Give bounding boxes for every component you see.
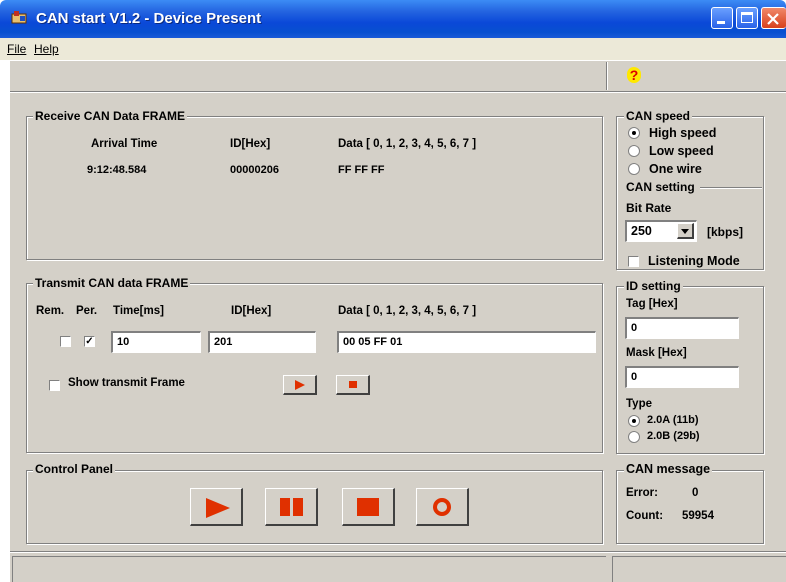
low-speed-label: Low speed: [649, 144, 714, 158]
maximize-button[interactable]: [736, 7, 758, 29]
tag-input[interactable]: 0: [625, 317, 739, 339]
one-wire-label: One wire: [649, 162, 702, 176]
bitrate-dropdown-button[interactable]: [677, 223, 694, 239]
bitrate-unit: [kbps]: [707, 225, 743, 239]
can-speed-title: CAN speed: [624, 109, 693, 123]
minimize-icon: [717, 21, 725, 24]
transmit-stop-button[interactable]: [336, 375, 370, 395]
receive-group-title: Receive CAN Data FRAME: [33, 109, 188, 123]
per-checkbox[interactable]: ✓: [84, 336, 95, 347]
close-button[interactable]: [761, 7, 786, 29]
bitrate-value: 250: [631, 224, 652, 238]
help-question-icon[interactable]: ?: [627, 67, 641, 83]
listening-mode-label: Listening Mode: [648, 254, 740, 268]
start-button[interactable]: [190, 488, 243, 526]
type-label: Type: [626, 398, 652, 410]
menu-file[interactable]: File: [7, 42, 26, 56]
can-message-group: [616, 470, 764, 544]
mask-input[interactable]: 0: [625, 366, 739, 388]
transmit-header-data: Data [ 0, 1, 2, 3, 4, 5, 6, 7 ]: [338, 305, 477, 317]
pause-icon: [280, 498, 304, 516]
toolbar-top-edge: [10, 60, 786, 61]
transmit-group-title: Transmit CAN data FRAME: [33, 276, 191, 290]
maximize-icon: [741, 12, 753, 23]
receive-header-arrival: Arrival Time: [91, 138, 158, 150]
receive-arrival-value: 9:12:48.584: [87, 164, 147, 176]
bitrate-select[interactable]: 250: [625, 220, 697, 242]
data-input[interactable]: 00 05 FF 01: [337, 331, 596, 353]
transmit-start-button[interactable]: [283, 375, 317, 395]
transmit-header-id: ID[Hex]: [231, 305, 272, 317]
status-pane-main: [12, 556, 606, 582]
setting-divider: [700, 187, 762, 189]
record-button[interactable]: [416, 488, 469, 526]
time-input[interactable]: 10: [111, 331, 201, 353]
menu-file-label: File: [7, 42, 27, 56]
id-input[interactable]: 201: [208, 331, 316, 353]
mask-label: Mask [Hex]: [626, 347, 687, 359]
play-icon: [206, 498, 230, 518]
id-setting-title: ID setting: [624, 279, 683, 293]
high-speed-label: High speed: [649, 126, 717, 140]
can-message-title: CAN message: [624, 462, 713, 476]
transmit-header-per: Per.: [76, 305, 98, 317]
can-setting-title: CAN setting: [624, 180, 697, 194]
receive-id-value: 00000206: [230, 164, 279, 176]
count-label: Count:: [626, 510, 664, 522]
stop-icon: [357, 498, 379, 516]
rem-checkbox[interactable]: [60, 336, 71, 347]
show-transmit-frame-checkbox[interactable]: [49, 380, 60, 391]
minimize-button[interactable]: [711, 7, 733, 29]
transmit-header-rem: Rem.: [36, 305, 65, 317]
play-icon: [295, 380, 305, 390]
toolbar-separator: [10, 91, 786, 93]
app-icon: [11, 11, 27, 24]
pause-button[interactable]: [265, 488, 318, 526]
show-transmit-frame-label: Show transmit Frame: [68, 377, 185, 389]
count-value: 59954: [682, 510, 714, 522]
status-bar-separator: [10, 551, 786, 553]
type-2-0a-label: 2.0A (11b): [647, 414, 699, 426]
menu-help-label: Help: [34, 42, 59, 56]
radio-type-2-0a[interactable]: [628, 415, 640, 427]
control-panel-title: Control Panel: [33, 462, 116, 476]
window-title: CAN start V1.2 - Device Present: [36, 10, 262, 27]
transmit-header-time: Time[ms]: [113, 305, 164, 317]
status-pane-right: [612, 556, 786, 582]
menu-bar: [0, 38, 786, 60]
record-icon: [433, 498, 451, 516]
chevron-down-icon: [681, 229, 689, 234]
tag-label: Tag [Hex]: [626, 298, 678, 310]
error-label: Error:: [626, 487, 658, 499]
stop-icon: [349, 381, 357, 388]
error-value: 0: [692, 487, 699, 499]
radio-one-wire[interactable]: [628, 163, 640, 175]
listening-mode-checkbox[interactable]: [628, 256, 639, 267]
toolbar-divider: [606, 62, 608, 90]
stop-button[interactable]: [342, 488, 395, 526]
menu-help[interactable]: Help: [34, 42, 59, 56]
close-icon: [767, 13, 779, 25]
bitrate-label: Bit Rate: [626, 201, 672, 215]
receive-header-id: ID[Hex]: [230, 138, 271, 150]
radio-type-2-0b[interactable]: [628, 431, 640, 443]
receive-data-value: FF FF FF: [338, 164, 385, 176]
radio-low-speed[interactable]: [628, 145, 640, 157]
type-2-0b-label: 2.0B (29b): [647, 430, 700, 442]
radio-high-speed[interactable]: [628, 127, 640, 139]
receive-header-data: Data [ 0, 1, 2, 3, 4, 5, 6, 7 ]: [338, 138, 477, 150]
